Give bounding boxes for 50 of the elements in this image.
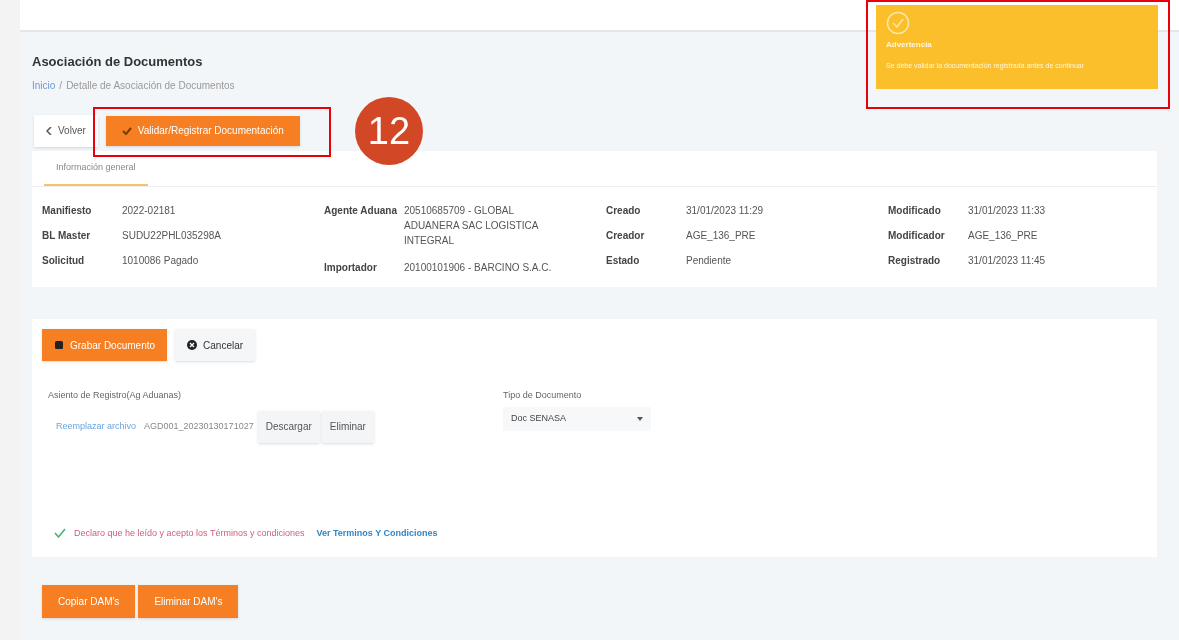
field-value: Pendiente: [686, 254, 732, 268]
field-value: 31/01/2023 11:33: [968, 204, 1046, 218]
replace-file-link[interactable]: Reemplazar archivo: [56, 419, 137, 434]
field-value: 1010086 Pagado: [122, 254, 199, 268]
dam-button[interactable]: Copiar DAM's: [42, 585, 136, 618]
field-label: Manifiesto: [42, 204, 93, 218]
field-label: Registrado: [888, 254, 942, 268]
tab[interactable]: Información general: [44, 150, 148, 186]
field-value: 2022-02181: [122, 204, 176, 218]
check-circle-icon: [886, 11, 910, 35]
page-title: Asociación de Documentos: [32, 53, 203, 71]
file-name: AGD001_20230130171027: [144, 419, 254, 433]
field-value: AGE_136_PRE: [968, 229, 1038, 243]
field-value: 31/01/2023 11:45: [968, 254, 1046, 268]
toast-title: Advertencia: [886, 39, 933, 51]
field-label: Importador: [324, 261, 378, 275]
field-value: AGE_136_PRE: [686, 229, 756, 243]
field-value: 31/01/2023 11:29: [686, 204, 764, 218]
breadcrumb-current: Detalle de Asociación de Documentos: [66, 78, 235, 93]
checkbox-check-icon[interactable]: [54, 528, 66, 539]
back-button[interactable]: Volver: [34, 114, 98, 147]
field-label: Modificador: [888, 229, 946, 243]
chevron-left-icon: [46, 126, 52, 135]
field-label: Creador: [606, 229, 646, 243]
field-label: Solicitud: [42, 254, 86, 268]
terms-text: Declaro que he leído y acepto los Términos y condiciones: [74, 526, 305, 540]
file-action-button[interactable]: Descargar: [257, 410, 320, 443]
field-value: 20510685709 - GLOBAL ADUANERA SAC LOGISTICA INTEGRAL: [404, 204, 540, 248]
field-label: Modificado: [888, 204, 942, 218]
file-action-button[interactable]: Eliminar: [321, 410, 374, 443]
field-label: Creado: [606, 204, 642, 218]
document-type-select[interactable]: Doc SENASA: [503, 406, 651, 431]
validate-button[interactable]: Validar/Registrar Documentación: [105, 115, 300, 146]
close-icon: [187, 340, 198, 350]
field-label: Estado: [606, 254, 641, 268]
save-button[interactable]: Grabar Documento: [42, 329, 168, 361]
dam-button[interactable]: Eliminar DAM's: [138, 585, 239, 618]
field-value: SUDU22PHL035298A: [122, 229, 221, 243]
breadcrumb-link[interactable]: Inicio: [32, 77, 56, 93]
check-icon: [121, 126, 132, 135]
field-label: Asiento de Registro(Ag Aduanas): [48, 389, 183, 402]
field-label: Tipo de Documento: [503, 389, 583, 402]
field-label: BL Master: [42, 229, 92, 243]
breadcrumb-separator: /: [59, 78, 63, 93]
terms-link[interactable]: Ver Terminos Y Condiciones: [316, 526, 438, 540]
save-icon: [54, 340, 64, 350]
cancel-button[interactable]: Cancelar: [175, 329, 256, 361]
field-value: 20100101906 - BARCINO S.A.C.: [404, 261, 553, 275]
field-label: Agente Aduana: [324, 204, 398, 218]
caret-icon: [637, 416, 643, 421]
